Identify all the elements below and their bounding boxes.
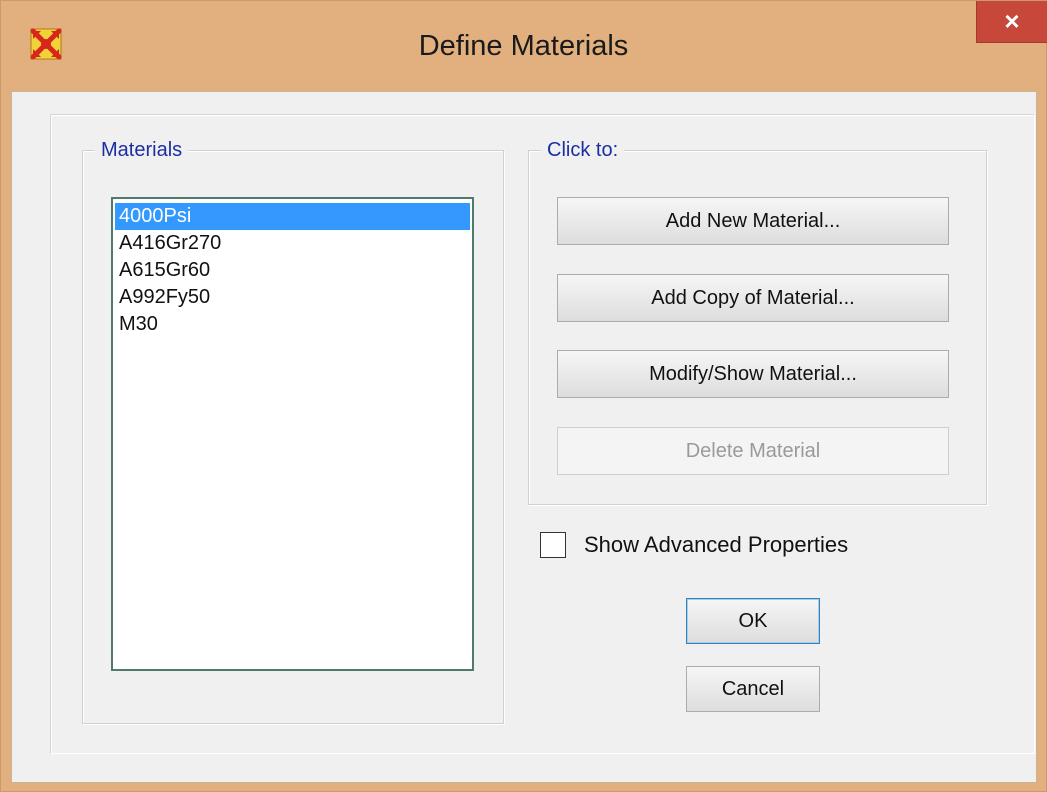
add-copy-material-button[interactable]: Add Copy of Material... [557,274,949,322]
cancel-button[interactable]: Cancel [686,666,820,712]
title-bar[interactable]: Define Materials × [1,1,1047,91]
materials-group: Materials 4000Psi A416Gr270 A615Gr60 A992Fy… [82,138,504,724]
material-list-item[interactable]: A992Fy50 [115,284,470,311]
show-advanced-properties-option[interactable]: Show Advanced Properties [540,530,848,560]
show-advanced-properties-label: Show Advanced Properties [584,532,849,557]
modify-show-material-button[interactable]: Modify/Show Material... [557,350,949,398]
material-list-item[interactable]: M30 [115,311,470,338]
materials-listbox[interactable]: 4000Psi A416Gr270 A615Gr60 A992Fy50 M30 [111,197,474,671]
close-button[interactable]: × [976,1,1047,43]
window-title: Define Materials [418,30,629,62]
materials-legend: Materials [95,138,189,162]
show-advanced-properties-checkbox[interactable] [540,532,566,558]
material-list-item[interactable]: 4000Psi [115,203,470,230]
define-materials-window: Define Materials × Materials 4000Psi A416… [0,0,1047,792]
ok-button[interactable]: OK [686,598,820,644]
dialog-body: Materials 4000Psi A416Gr270 A615Gr60 A992Fy… [11,91,1037,783]
delete-material-button[interactable]: Delete Material [557,427,949,475]
click-to-legend: Click to: [541,138,625,162]
material-list-item[interactable]: A615Gr60 [115,257,470,284]
material-list-item[interactable]: A416Gr270 [115,230,470,257]
add-new-material-button[interactable]: Add New Material... [557,197,949,245]
close-icon: × [1004,6,1020,36]
